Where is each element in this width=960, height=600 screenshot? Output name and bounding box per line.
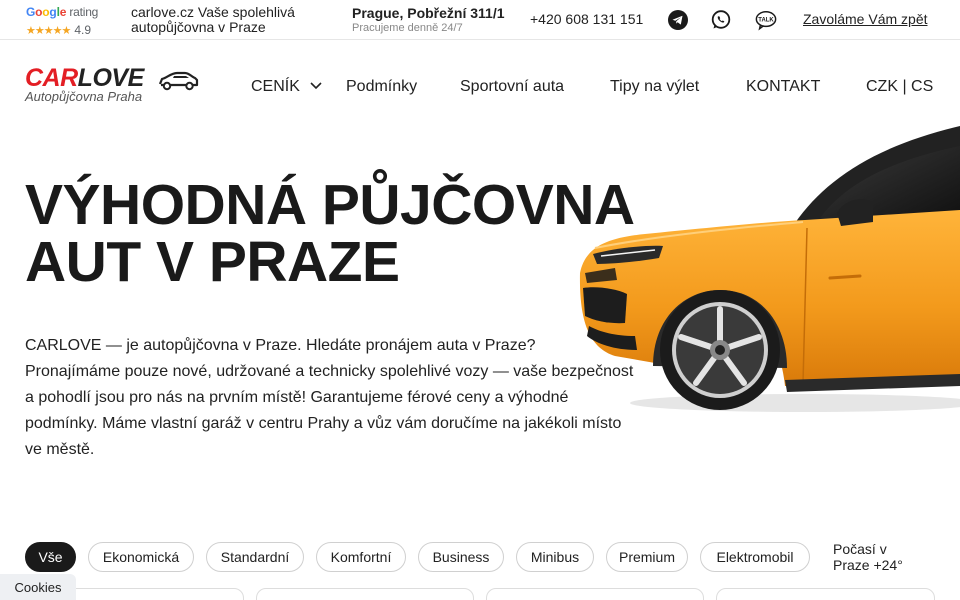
site-logo[interactable]: CARLOVE Autopůjčovna Praha bbox=[25, 64, 199, 104]
hero-title-line-1: VÝHODNÁ PŮJČOVNA bbox=[25, 173, 635, 237]
hero-title: VÝHODNÁ PŮJČOVNA AUT V PRAZE bbox=[25, 177, 665, 291]
address-block[interactable]: Prague, Pobřežní 311/1 Pracujeme denně 2… bbox=[352, 5, 505, 34]
nav-item-tipy-na-vylet[interactable]: Tipy na výlet bbox=[610, 78, 699, 96]
svg-text:TALK: TALK bbox=[758, 17, 774, 23]
whatsapp-icon[interactable] bbox=[710, 9, 732, 31]
callback-link[interactable]: Zavoláme Vám zpět bbox=[803, 11, 928, 27]
rating-stars: ★★★★★ 4.9 bbox=[26, 21, 91, 39]
site-tagline: carlove.cz Vaše spolehlivá autopůjčovna … bbox=[131, 4, 295, 35]
filter-chip-ekonomicka[interactable]: Ekonomická bbox=[88, 542, 194, 572]
car-card[interactable] bbox=[256, 588, 474, 600]
nav-item-podminky[interactable]: Podmínky bbox=[346, 78, 417, 96]
chevron-down-icon[interactable] bbox=[309, 81, 323, 91]
filter-chip-elektromobil[interactable]: Elektromobil bbox=[700, 542, 810, 572]
hero-description: CARLOVE — je autopůjčovna v Praze. Hledá… bbox=[25, 337, 634, 458]
filter-chip-vse[interactable]: Vše bbox=[25, 542, 76, 572]
phone-link[interactable]: +420 608 131 151 bbox=[530, 11, 643, 27]
weather-line-2: Praze +24° bbox=[833, 557, 903, 573]
opening-hours: Pracujeme denně 24/7 bbox=[352, 22, 463, 34]
car-card[interactable] bbox=[486, 588, 704, 600]
logo-subtitle: Autopůjčovna Praha bbox=[25, 89, 143, 104]
google-rating[interactable]: Google rating ★★★★★ 4.9 bbox=[26, 5, 99, 37]
weather-line-1: Počasí v bbox=[833, 541, 887, 557]
nav-item-kontakt[interactable]: KONTAKT bbox=[746, 78, 820, 96]
cookies-button[interactable]: Cookies bbox=[0, 574, 76, 600]
filter-chip-standardni[interactable]: Standardní bbox=[206, 542, 304, 572]
filter-chip-premium[interactable]: Premium bbox=[606, 542, 688, 572]
kakaotalk-icon[interactable]: TALK bbox=[755, 9, 777, 31]
rating-score: 4.9 bbox=[74, 23, 91, 37]
hero-car-image bbox=[579, 126, 960, 412]
google-rating-label: Google rating bbox=[26, 5, 99, 19]
currency-language-switcher[interactable]: CZK | CS bbox=[866, 78, 933, 96]
filter-chip-komfortni[interactable]: Komfortní bbox=[316, 542, 406, 572]
star-icons: ★★★★★ bbox=[26, 25, 71, 37]
address-text: Prague, Pobřežní 311/1 bbox=[352, 5, 505, 21]
top-info-bar: Google rating ★★★★★ 4.9 carlove.cz Vaše s… bbox=[0, 0, 960, 40]
filter-chip-minibus[interactable]: Minibus bbox=[516, 542, 594, 572]
weather-widget: Počasí v Praze +24° bbox=[833, 541, 903, 573]
hero-title-line-2: AUT V PRAZE bbox=[25, 230, 400, 294]
filter-chip-business[interactable]: Business bbox=[418, 542, 504, 572]
car-logo-icon bbox=[159, 71, 199, 91]
nav-item-cenik[interactable]: CENÍK bbox=[251, 78, 300, 96]
nav-item-sportovni-auta[interactable]: Sportovní auta bbox=[460, 78, 564, 96]
car-card[interactable] bbox=[716, 588, 935, 600]
telegram-icon[interactable] bbox=[667, 9, 689, 31]
